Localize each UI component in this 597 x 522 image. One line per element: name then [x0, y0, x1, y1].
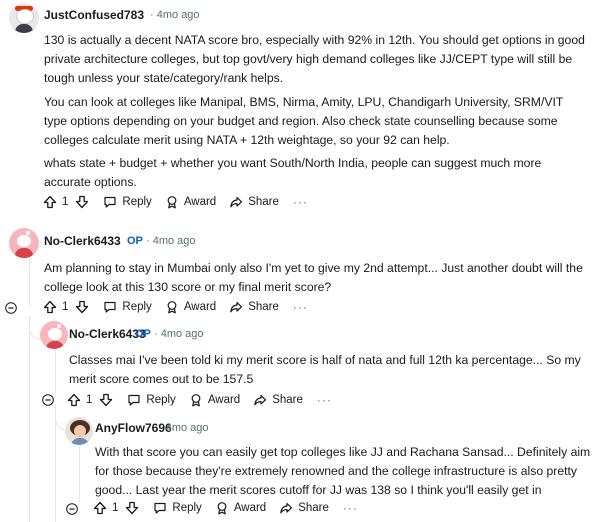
comment-author[interactable]: No-Clerk6433 — [44, 234, 121, 248]
comment-meta: OP · 4mo ago — [127, 235, 196, 247]
comment-meta: · 4mo ago — [159, 422, 209, 434]
comment-actions: 1 Reply Award Share ··· — [42, 297, 308, 317]
comment-paragraph: 130 is actually a decent NATA score bro,… — [44, 33, 585, 85]
reply-label: Reply — [146, 394, 176, 406]
upvote-icon[interactable] — [42, 299, 58, 315]
award-label: Award — [183, 301, 217, 313]
comment-paragraph: Classes mai I've been told ki my merit s… — [69, 353, 581, 386]
avatar[interactable] — [65, 417, 93, 445]
share-icon — [278, 500, 294, 516]
share-button[interactable]: Share — [228, 194, 279, 210]
reply-label: Reply — [172, 502, 202, 514]
share-button[interactable]: Share — [278, 500, 329, 516]
share-icon — [228, 299, 244, 315]
comment-actions: 1 Reply Award Share ··· — [42, 192, 308, 212]
reply-label: Reply — [122, 196, 152, 208]
reply-icon — [126, 392, 142, 408]
comment-actions: 1 Reply Award Share ··· — [92, 498, 358, 518]
avatar[interactable] — [40, 321, 68, 349]
share-label: Share — [248, 301, 279, 313]
comment-paragraph: With that score you can easily get top c… — [95, 445, 591, 497]
op-badge: OP — [135, 328, 151, 340]
award-button[interactable]: Award — [164, 194, 216, 210]
award-button[interactable]: Award — [164, 299, 216, 315]
share-button[interactable]: Share — [228, 299, 279, 315]
reply-button[interactable]: Reply — [152, 500, 202, 516]
reply-label: Reply — [122, 301, 152, 313]
award-button[interactable]: Award — [214, 500, 266, 516]
meta-separator: · — [145, 235, 150, 247]
comment-time[interactable]: 4mo ago — [161, 328, 204, 340]
vote-count: 1 — [112, 502, 119, 514]
vote-count: 1 — [62, 196, 69, 208]
downvote-icon[interactable] — [74, 299, 90, 315]
thread-line — [79, 446, 80, 502]
comment-time[interactable]: 4mo ago — [153, 235, 196, 247]
thread-line — [29, 316, 30, 522]
reply-icon — [102, 299, 118, 315]
reply-button[interactable]: Reply — [102, 299, 152, 315]
award-icon — [214, 500, 230, 516]
meta-separator: · — [150, 9, 154, 21]
upvote-icon[interactable] — [92, 500, 108, 516]
share-icon — [228, 194, 244, 210]
comment-time[interactable]: 4mo ago — [166, 422, 209, 434]
upvote-icon[interactable] — [42, 194, 58, 210]
vote-count: 1 — [86, 394, 93, 406]
vote-count: 1 — [62, 301, 69, 313]
award-label: Award — [207, 394, 241, 406]
comment-meta: OP · 4mo ago — [135, 328, 204, 340]
comment-time[interactable]: 4mo ago — [157, 9, 200, 21]
comment-paragraph: Am planning to stay in Mumbai only also … — [44, 261, 583, 294]
comment-paragraph: You can look at colleges like Manipal, B… — [44, 95, 564, 147]
comment-paragraph: whats state + budget + whether you want … — [44, 156, 542, 189]
meta-separator: · — [159, 422, 163, 434]
avatar[interactable] — [9, 3, 39, 33]
reply-icon — [102, 194, 118, 210]
thread-line — [29, 256, 30, 306]
downvote-icon[interactable] — [74, 194, 90, 210]
award-label: Award — [183, 196, 217, 208]
share-label: Share — [272, 394, 303, 406]
thread-line — [55, 350, 56, 394]
comment-actions: 1 Reply Award Share ··· — [66, 390, 332, 410]
award-icon — [164, 194, 180, 210]
meta-separator: · — [153, 328, 158, 340]
upvote-icon[interactable] — [66, 392, 82, 408]
avatar[interactable] — [9, 228, 39, 258]
collapse-icon[interactable] — [5, 302, 17, 314]
award-label: Award — [233, 502, 267, 514]
more-options-button[interactable]: ··· — [293, 300, 308, 314]
award-button[interactable]: Award — [188, 392, 240, 408]
share-label: Share — [248, 196, 279, 208]
comment-author[interactable]: JustConfused783 — [44, 8, 144, 22]
more-options-button[interactable]: ··· — [343, 501, 358, 515]
award-icon — [188, 392, 204, 408]
share-label: Share — [298, 502, 329, 514]
downvote-icon[interactable] — [98, 392, 114, 408]
collapse-icon[interactable] — [66, 503, 78, 515]
more-options-button[interactable]: ··· — [317, 393, 332, 407]
reply-icon — [152, 500, 168, 516]
downvote-icon[interactable] — [124, 500, 140, 516]
share-button[interactable]: Share — [252, 392, 303, 408]
award-icon — [164, 299, 180, 315]
reply-button[interactable]: Reply — [126, 392, 176, 408]
collapse-icon[interactable] — [42, 394, 54, 406]
comment-meta: · 4mo ago — [150, 9, 200, 21]
reply-button[interactable]: Reply — [102, 194, 152, 210]
op-badge: OP — [127, 235, 143, 247]
share-icon — [252, 392, 268, 408]
more-options-button[interactable]: ··· — [293, 195, 308, 209]
